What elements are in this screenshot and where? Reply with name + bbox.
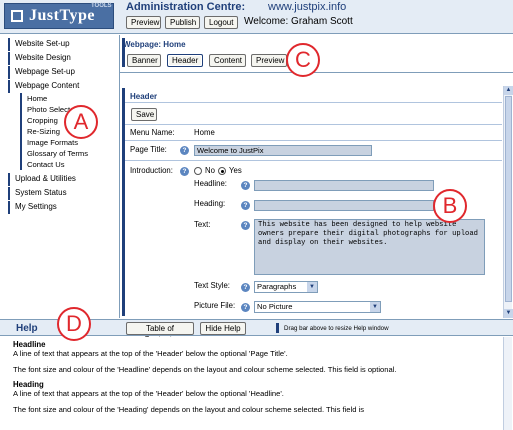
- sidebar-item-system-status[interactable]: System Status: [8, 187, 67, 200]
- table-of-contents-button[interactable]: Table of Contents: [126, 322, 194, 344]
- sidebar-divider: [119, 35, 120, 318]
- question-mark-icon[interactable]: ?: [241, 303, 250, 312]
- text-style-label: Text Style:: [194, 281, 230, 290]
- help-heading-headline: Headline: [13, 340, 46, 349]
- headline-label: Headline:: [194, 179, 227, 188]
- drag-hint: Drag bar above to resize Help window: [284, 325, 389, 332]
- callout-a: A: [64, 105, 98, 139]
- scrollbar-thumb[interactable]: [505, 96, 512, 302]
- logout-button[interactable]: Logout: [204, 16, 238, 29]
- callout-b: B: [433, 189, 467, 223]
- picture-file-select[interactable]: No Picture ▼: [254, 301, 381, 313]
- headline-field[interactable]: [254, 180, 434, 191]
- tab-content[interactable]: Content: [209, 54, 246, 67]
- page-title-label: Page Title:: [130, 145, 167, 154]
- logo-superscript: TOOLS: [91, 3, 112, 9]
- row-divider: [125, 124, 502, 125]
- question-mark-icon[interactable]: ?: [241, 201, 250, 210]
- publish-button[interactable]: Publish: [165, 16, 200, 29]
- preview-button[interactable]: Preview: [126, 16, 161, 29]
- sidebar-item-my-settings[interactable]: My Settings: [8, 201, 57, 214]
- sidebar-item-website-setup[interactable]: Website Set-up: [8, 38, 70, 51]
- help-content: Headline A line of text that appears at …: [0, 337, 503, 430]
- main-scrollbar[interactable]: ▲ ▼: [503, 86, 513, 318]
- site-url: www.justpix.info: [268, 1, 347, 13]
- text-style-select[interactable]: Paragraphs ▼: [254, 281, 318, 293]
- sidebar-subitem-image-formats[interactable]: Image Formats: [20, 137, 78, 148]
- page-title-field[interactable]: Welcome to JustPix: [194, 145, 372, 156]
- question-mark-icon[interactable]: ?: [241, 181, 250, 190]
- introduction-yes-radio[interactable]: [218, 167, 226, 175]
- callout-c: C: [286, 43, 320, 77]
- row-divider: [125, 102, 502, 103]
- panel-title: Header: [130, 92, 158, 101]
- question-mark-icon[interactable]: ?: [241, 283, 250, 292]
- row-divider: [125, 160, 502, 161]
- menu-name-label: Menu Name:: [130, 128, 175, 137]
- tab-preview[interactable]: Preview: [251, 54, 287, 67]
- breadcrumb-accent: [122, 38, 125, 67]
- sidebar-item-webpage-content[interactable]: Webpage Content: [8, 80, 79, 93]
- hide-help-button[interactable]: Hide Help: [200, 322, 246, 335]
- row-divider: [125, 140, 502, 141]
- help-paragraph: A line of text that appears at the top o…: [13, 349, 288, 358]
- top-bar: JustType TOOLS Administration Centre: ww…: [0, 0, 513, 34]
- tab-header[interactable]: Header: [167, 54, 203, 67]
- drag-bar-icon: [276, 323, 279, 333]
- text-style-value: Paragraphs: [257, 282, 297, 291]
- sidebar-subitem-home[interactable]: Home: [20, 93, 47, 104]
- sidebar-subitem-cropping[interactable]: Cropping: [20, 115, 58, 126]
- sidebar-item-webpage-setup[interactable]: Webpage Set-up: [8, 66, 75, 79]
- sidebar-subitem-resizing[interactable]: Re-Sizing: [20, 126, 60, 137]
- help-paragraph: The font size and colour of the 'Heading…: [13, 404, 365, 414]
- sidebar-item-website-design[interactable]: Website Design: [8, 52, 71, 65]
- help-paragraph: The font size and colour of the 'Headlin…: [13, 364, 397, 374]
- tab-banner[interactable]: Banner: [127, 54, 161, 67]
- help-title: Help: [16, 323, 38, 334]
- text-label: Text:: [194, 220, 211, 229]
- callout-d: D: [57, 307, 91, 341]
- scroll-down-arrow-icon[interactable]: ▼: [504, 309, 513, 318]
- menu-name-value: Home: [194, 128, 215, 137]
- picture-file-label: Picture File:: [194, 301, 236, 310]
- intro-text-area[interactable]: This website has been designed to help w…: [254, 219, 485, 275]
- picture-file-value: No Picture: [257, 302, 293, 311]
- introduction-no-label: No: [205, 166, 215, 175]
- help-heading-heading: Heading: [13, 380, 44, 389]
- sidebar-subitem-glossary[interactable]: Glossary of Terms: [20, 148, 88, 159]
- tabs-divider: [120, 72, 513, 73]
- introduction-label: Introduction:: [130, 166, 173, 175]
- logo-square-icon: [11, 10, 23, 22]
- save-button[interactable]: Save: [131, 108, 157, 121]
- introduction-no-radio[interactable]: [194, 167, 202, 175]
- welcome-text: Welcome: Graham Scott: [244, 16, 353, 27]
- sidebar: Website Set-up Website Design Webpage Se…: [4, 36, 118, 318]
- breadcrumb: Webpage: Home: [123, 40, 186, 49]
- admin-title: Administration Centre:: [126, 1, 246, 13]
- introduction-yes-label: Yes: [229, 166, 242, 175]
- question-mark-icon[interactable]: ?: [241, 221, 250, 230]
- question-mark-icon[interactable]: ?: [180, 146, 189, 155]
- scroll-up-arrow-icon[interactable]: ▲: [504, 86, 513, 95]
- sidebar-item-upload-utilities[interactable]: Upload & Utilities: [8, 173, 76, 186]
- question-mark-icon[interactable]: ?: [180, 167, 189, 176]
- logo-text: JustType: [29, 7, 95, 24]
- heading-label: Heading:: [194, 199, 226, 208]
- help-scrollbar[interactable]: [503, 337, 512, 430]
- chevron-down-icon: ▼: [370, 302, 380, 312]
- logo: JustType TOOLS: [4, 3, 114, 29]
- chevron-down-icon: ▼: [307, 282, 317, 292]
- heading-field[interactable]: [254, 200, 434, 211]
- help-paragraph: A line of text that appears at the top o…: [13, 389, 284, 398]
- sidebar-subitem-contact-us[interactable]: Contact Us: [20, 159, 65, 170]
